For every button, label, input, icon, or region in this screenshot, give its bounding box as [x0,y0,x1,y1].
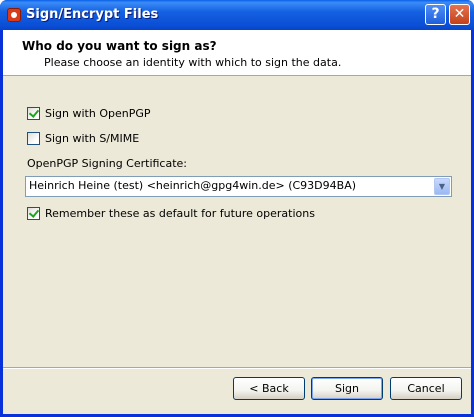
cancel-button[interactable]: Cancel [390,377,462,400]
sign-smime-checkbox[interactable] [27,132,40,145]
sign-button[interactable]: Sign [311,377,383,400]
dialog-body: Who do you want to sign as? Please choos… [3,30,471,414]
remember-default-option[interactable]: Remember these as default for future ope… [27,206,315,221]
sign-openpgp-checkbox[interactable] [27,107,40,120]
sign-smime-option[interactable]: Sign with S/MIME [27,131,139,146]
sign-smime-label: Sign with S/MIME [45,132,140,145]
signing-certificate-value: Heinrich Heine (test) <heinrich@gpg4win.… [29,179,357,192]
signing-certificate-select[interactable]: Heinrich Heine (test) <heinrich@gpg4win.… [25,176,452,197]
back-button[interactable]: < Back [233,377,305,400]
page-subtitle: Please choose an identity with which to … [44,56,342,69]
help-button[interactable]: ? [425,4,446,25]
chevron-down-icon[interactable]: ▼ [434,178,450,195]
sign-openpgp-option[interactable]: Sign with OpenPGP [27,106,151,121]
remember-default-checkbox[interactable] [27,207,40,220]
remember-default-label: Remember these as default for future ope… [45,207,315,220]
close-button[interactable]: ✕ [449,4,470,25]
sign-openpgp-label: Sign with OpenPGP [45,107,151,120]
signing-certificate-label: OpenPGP Signing Certificate: [27,157,188,170]
page-title: Who do you want to sign as? [22,39,217,53]
app-icon [7,8,21,22]
window-title: Sign/Encrypt Files [26,7,159,22]
title-bar[interactable]: Sign/Encrypt Files ? ✕ [0,0,474,30]
wizard-header: Who do you want to sign as? Please choos… [3,30,471,76]
footer-divider [3,367,471,369]
dialog-window: Sign/Encrypt Files ? ✕ Who do you want t… [0,0,474,417]
